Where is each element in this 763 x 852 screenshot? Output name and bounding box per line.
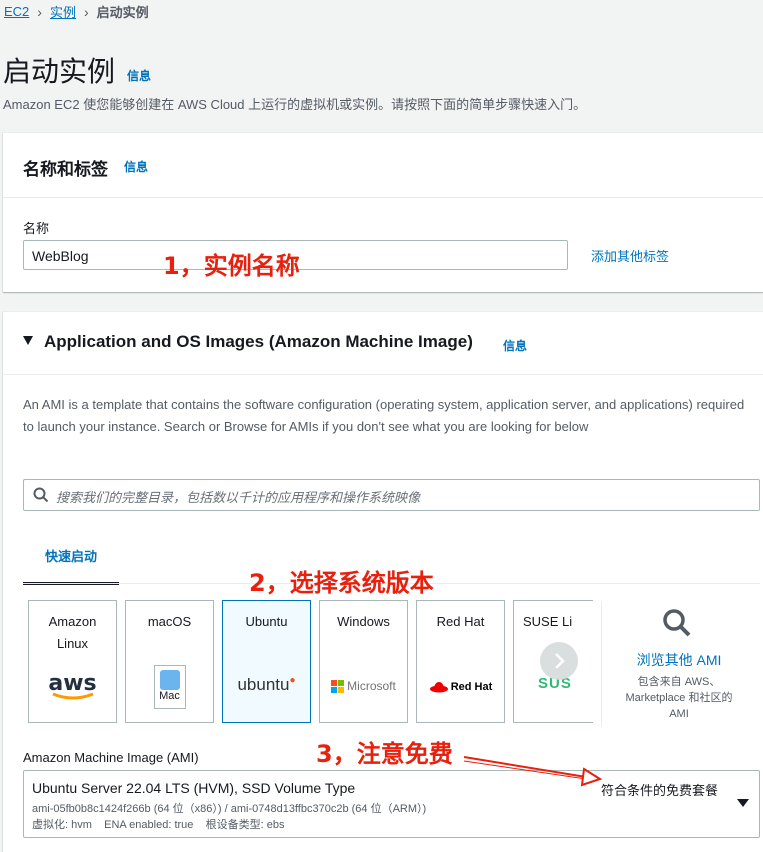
tile-label: Red Hat bbox=[436, 614, 485, 629]
tile-label: SUSE Li bbox=[523, 614, 573, 629]
tile-label: Amazon Linux bbox=[48, 614, 97, 651]
page-title: 启动实例 bbox=[3, 56, 116, 87]
tiles-next-button[interactable] bbox=[540, 642, 578, 680]
browse-more-amis-link[interactable]: 浏览其他 AMI bbox=[603, 650, 755, 670]
ami-tile-redhat[interactable]: Red Hat Red Hat bbox=[416, 600, 505, 723]
free-tier-badge: 符合条件的免费套餐 bbox=[601, 780, 719, 799]
name-tags-info-link[interactable]: 信息 bbox=[124, 158, 148, 175]
ami-select[interactable]: Ubuntu Server 22.04 LTS (HVM), SSD Volum… bbox=[23, 770, 760, 838]
tile-label: Ubuntu bbox=[245, 614, 288, 629]
tile-label: macOS bbox=[147, 614, 192, 629]
breadcrumb: EC2 › 实例 › 启动实例 bbox=[4, 2, 149, 21]
ami-description: An AMI is a template that contains the s… bbox=[23, 397, 745, 434]
tab-quick-start-label: 快速启动 bbox=[45, 549, 98, 564]
browse-divider bbox=[601, 602, 602, 726]
microsoft-logo-icon: Microsoft bbox=[320, 679, 407, 693]
tab-quick-start[interactable]: 快速启动 bbox=[23, 534, 119, 585]
ami-tile-windows[interactable]: Windows Microsoft bbox=[319, 600, 408, 723]
breadcrumb-current: 启动实例 bbox=[96, 5, 149, 20]
browse-more-amis-desc: 包含来自 AWS、Marketplace 和社区的 AMI bbox=[625, 676, 733, 720]
ami-name: Ubuntu Server 22.04 LTS (HVM), SSD Volum… bbox=[32, 780, 356, 796]
ami-ids: ami-05fb0b8c1424f266b (64 位（x86）) / ami-… bbox=[32, 803, 427, 815]
ami-tile-ubuntu[interactable]: Ubuntu ubuntu● bbox=[222, 600, 311, 723]
breadcrumb-ec2[interactable]: EC2 bbox=[4, 4, 29, 19]
ami-tile-macos[interactable]: macOS Mac bbox=[125, 600, 214, 723]
page-info-link[interactable]: 信息 bbox=[127, 67, 151, 84]
annotation-3: 3，注意免费 bbox=[316, 740, 453, 768]
ami-tile-amazon-linux[interactable]: Amazon Linux aws bbox=[28, 600, 117, 723]
tile-label: Windows bbox=[337, 614, 390, 629]
chevron-right-icon bbox=[555, 653, 565, 669]
page-subtitle: Amazon EC2 使您能够创建在 AWS Cloud 上运行的虚拟机或实例。… bbox=[3, 97, 587, 112]
ami-section-title: Application and OS Images (Amazon Machin… bbox=[44, 332, 473, 351]
magnifier-icon[interactable] bbox=[662, 608, 692, 638]
chevron-right-icon: › bbox=[83, 3, 89, 20]
ami-search-input[interactable]: 搜索我们的完整目录，包括数以千计的应用程序和操作系统映像 bbox=[23, 479, 760, 511]
annotation-arrow-icon bbox=[463, 756, 603, 787]
ami-header[interactable]: Application and OS Images (Amazon Machin… bbox=[3, 312, 763, 375]
name-tags-header: 名称和标签 信息 bbox=[3, 133, 763, 198]
name-tags-title: 名称和标签 bbox=[23, 160, 108, 179]
mac-finder-icon: Mac bbox=[126, 665, 213, 709]
aws-logo-icon: aws bbox=[48, 671, 97, 700]
breadcrumb-instances[interactable]: 实例 bbox=[50, 2, 76, 21]
caret-down-icon[interactable] bbox=[23, 336, 33, 345]
chevron-right-icon: › bbox=[37, 3, 42, 20]
name-tags-panel: 名称和标签 信息 名称 WebBlog 添加其他标签 bbox=[3, 133, 763, 292]
annotation-2: 2，选择系统版本 bbox=[249, 569, 434, 597]
add-tags-link[interactable]: 添加其他标签 bbox=[591, 246, 669, 265]
ami-meta: 虚拟化: hvm ENA enabled: true 根设备类型: ebs bbox=[32, 819, 285, 831]
redhat-logo-icon: Red Hat bbox=[417, 681, 504, 693]
annotation-1: 1，实例名称 bbox=[163, 252, 300, 280]
search-placeholder: 搜索我们的完整目录，包括数以千计的应用程序和操作系统映像 bbox=[56, 490, 421, 505]
ami-select-label: Amazon Machine Image (AMI) bbox=[23, 750, 199, 765]
name-label: 名称 bbox=[23, 221, 50, 236]
ami-info-link[interactable]: 信息 bbox=[503, 337, 527, 354]
caret-down-icon bbox=[737, 799, 749, 807]
search-icon bbox=[33, 487, 49, 503]
ubuntu-logo-icon: ubuntu● bbox=[237, 675, 296, 694]
